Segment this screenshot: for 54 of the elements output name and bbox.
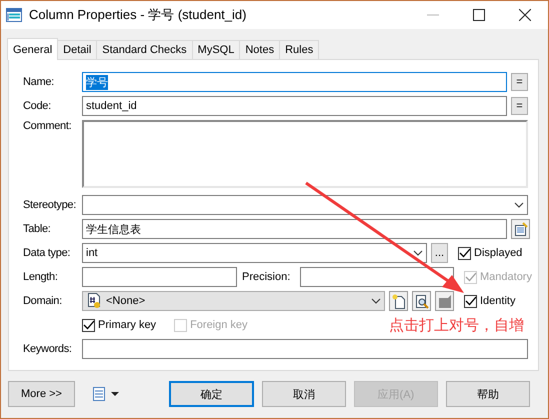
field-label: Table: (23, 223, 52, 235)
checkmark-icon (459, 248, 470, 258)
checkbox[interactable]: Primary key (82, 318, 156, 332)
domain-icon (86, 293, 102, 309)
document-icon (438, 294, 452, 308)
data-type-dropdown[interactable]: int (82, 243, 427, 263)
caret-icon[interactable] (110, 392, 119, 396)
code-field[interactable]: student_id (82, 96, 507, 116)
tab[interactable]: Rules (279, 40, 320, 59)
dialog-button[interactable]: 确定 (168, 381, 254, 407)
checkmark-icon (465, 272, 476, 282)
equals-button[interactable]: = (511, 73, 528, 91)
keywords-field[interactable] (82, 339, 528, 359)
dialog-button[interactable]: 帮助 (446, 381, 530, 407)
field-label: Code: (23, 100, 52, 112)
properties-button[interactable] (511, 219, 530, 239)
table-icon (6, 8, 22, 22)
field-label: Precision: (242, 271, 292, 283)
table-field[interactable]: 学生信息表 (82, 219, 507, 239)
length-field[interactable] (82, 267, 237, 287)
chevron-down-icon (371, 298, 381, 304)
field-label: Name: (23, 76, 55, 88)
comment-field[interactable] (82, 120, 528, 188)
maximize-icon[interactable] (473, 9, 485, 21)
checkbox[interactable]: Identity (464, 294, 516, 308)
close-icon[interactable] (519, 9, 531, 21)
annotation-text: 点击打上对号，自增 (389, 316, 524, 334)
browse-button[interactable]: ... (431, 243, 448, 263)
tab[interactable]: General (7, 38, 58, 60)
search-button[interactable] (412, 291, 431, 311)
field-label: Stereotype: (23, 199, 77, 211)
checkbox[interactable]: Displayed (458, 246, 522, 260)
list-icon[interactable] (90, 386, 107, 402)
checkmark-icon (465, 296, 476, 306)
field-label: Comment: (23, 120, 72, 132)
equals-button[interactable]: = (511, 97, 528, 115)
precision-field[interactable] (300, 267, 454, 287)
field-label: Domain: (23, 295, 63, 307)
field-label: Keywords: (23, 343, 73, 355)
chevron-down-icon (514, 202, 524, 208)
field-label: Data type: (23, 247, 72, 259)
dialog-button[interactable]: 取消 (262, 381, 346, 407)
magnifier-icon (414, 294, 428, 308)
window-title: Column Properties - 学号 (student_id) (29, 6, 248, 24)
chevron-down-icon (413, 250, 423, 256)
field-label: Length: (23, 271, 59, 283)
more-button[interactable]: More >> (8, 381, 75, 407)
checkmark-icon (83, 320, 94, 330)
table-properties-icon (514, 222, 528, 236)
new-button[interactable] (389, 291, 408, 311)
new-document-icon (392, 294, 406, 308)
domain-dropdown[interactable]: <None> (82, 291, 385, 311)
name-field[interactable]: 学号 (82, 72, 507, 92)
stereotype-dropdown[interactable] (82, 195, 528, 215)
